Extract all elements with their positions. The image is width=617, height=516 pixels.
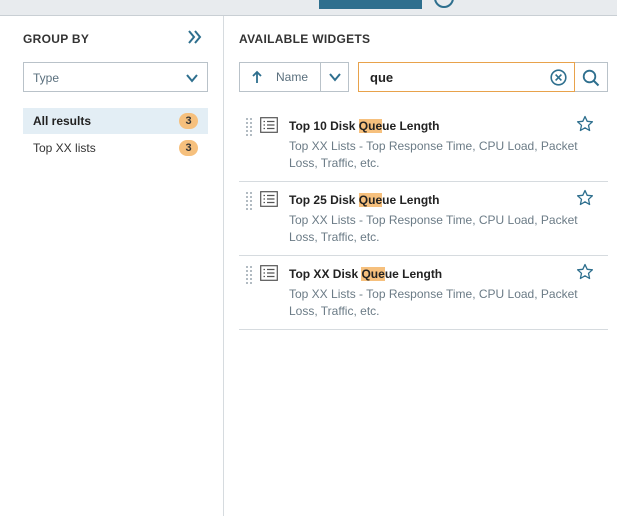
widget-title: Top 25 Disk Queue Length [289,193,440,207]
count-badge: 3 [179,140,198,156]
search-highlight: Que [358,119,383,133]
search-highlight: Que [361,267,385,281]
group-type-select[interactable]: Type [23,62,208,92]
drag-handle-icon[interactable] [245,117,253,137]
available-widgets-title: AVAILABLE WIDGETS [239,32,371,46]
chevron-down-icon [329,73,341,82]
widget-description: Top XX Lists - Top Response Time, CPU Lo… [289,213,578,244]
list-icon [260,191,278,207]
star-icon[interactable] [576,115,594,133]
group-item-label: All results [33,114,92,128]
star-icon[interactable] [576,189,594,207]
sort-field-label: Name [276,70,309,84]
top-bar [0,0,617,16]
search-button[interactable] [575,62,608,92]
double-chevron-right-icon[interactable] [185,28,203,46]
top-help-icon[interactable] [434,0,454,8]
widget-title: Top 10 Disk Queue Length [289,119,440,133]
widget-list: Top 10 Disk Queue Length Top XX Lists - … [239,108,608,330]
available-widgets-panel: AVAILABLE WIDGETS Name que Top 10 Disk Q… [225,16,617,516]
widget-description: Top XX Lists - Top Response Time, CPU Lo… [289,139,578,170]
group-item-top-xx-lists[interactable]: Top XX lists 3 [23,135,208,161]
widget-search-box [358,62,575,92]
widget-search-input[interactable] [359,63,544,91]
arrow-up-icon [252,70,262,83]
count-badge: 3 [179,113,198,129]
widget-row[interactable]: Top 10 Disk Queue Length Top XX Lists - … [239,108,608,182]
group-item-label: Top XX lists [33,141,96,155]
widget-row[interactable]: Top XX Disk Queue Length Top XX Lists - … [239,256,608,330]
list-icon [260,117,278,133]
drag-handle-icon[interactable] [245,191,253,211]
group-type-value: Type [33,71,60,85]
search-highlight: Que [358,193,383,207]
star-icon[interactable] [576,263,594,281]
widget-description: Top XX Lists - Top Response Time, CPU Lo… [289,287,578,318]
drag-handle-icon[interactable] [245,265,253,285]
widget-title: Top XX Disk Queue Length [289,267,443,281]
group-by-title: GROUP BY [23,32,90,46]
group-by-panel: GROUP BY Type All results 3 Top XX lists… [0,16,224,516]
top-active-tab[interactable] [319,0,422,9]
clear-circle-icon[interactable] [550,69,567,86]
sort-direction-button[interactable]: Name [240,63,320,91]
sort-field-dropdown[interactable] [321,63,349,91]
search-icon [582,69,600,87]
list-icon [260,265,278,281]
sort-control: Name [239,62,349,92]
chevron-down-icon [186,74,198,83]
group-item-all-results[interactable]: All results 3 [23,108,208,134]
widget-row[interactable]: Top 25 Disk Queue Length Top XX Lists - … [239,182,608,256]
